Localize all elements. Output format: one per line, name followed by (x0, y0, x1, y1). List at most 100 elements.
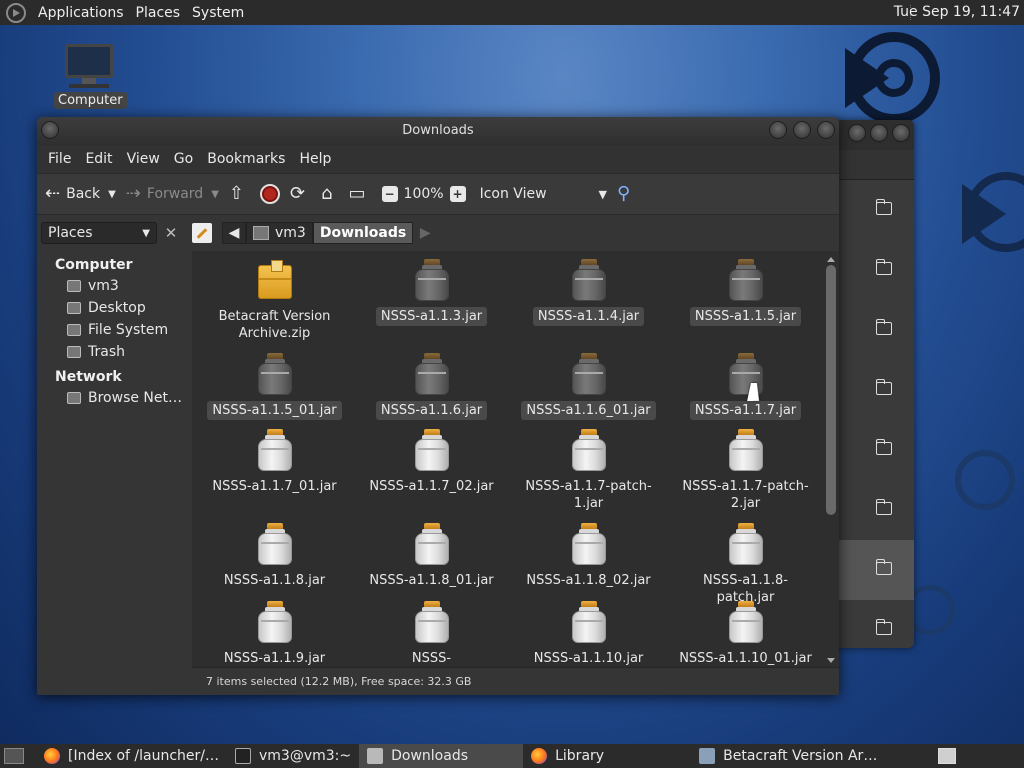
zoom-in-icon[interactable]: + (449, 186, 466, 202)
taskbar-item-label: Library (555, 748, 605, 764)
file-item[interactable]: NSSS-a1.1.10_01.jar (667, 601, 824, 667)
up-button[interactable]: ⇧ (229, 185, 250, 203)
close-button[interactable] (817, 121, 835, 139)
file-item[interactable]: NSSS-a1.1.7-patch-1.jar (510, 429, 667, 513)
forward-history-dropdown[interactable]: ▼ (211, 189, 219, 200)
menu-bookmarks[interactable]: Bookmarks (200, 151, 292, 167)
file-manager-window[interactable]: Downloads File Edit View Go Bookmarks He… (37, 117, 839, 695)
file-item[interactable]: NSSS-a1.1.5.jar (667, 259, 824, 326)
file-item[interactable]: NSSS-a1.1.4.jar (510, 259, 667, 326)
taskbar-item[interactable]: Downloads (359, 744, 524, 768)
taskbar-item[interactable]: vm3@vm3:~ (227, 744, 359, 768)
file-name-label: NSSS-a1.1.7_01.jar (212, 479, 337, 494)
file-item[interactable]: NSSS-a1.1.8_02.jar (510, 523, 667, 590)
minimize-button[interactable] (769, 121, 787, 139)
file-item[interactable]: NSSS-a1.1.8.jar (196, 523, 353, 590)
background-folder-row[interactable] (828, 240, 914, 300)
edit-location-icon[interactable] (192, 223, 212, 243)
menu-view[interactable]: View (120, 151, 167, 167)
system-logo-icon[interactable] (6, 2, 26, 23)
back-history-dropdown[interactable]: ▼ (108, 189, 116, 200)
background-folder-row[interactable] (828, 420, 914, 480)
close-button[interactable] (892, 124, 910, 142)
clock[interactable]: Tue Sep 19, 11:47 (894, 4, 1020, 20)
sidebar-item-file-system[interactable]: File System (37, 319, 187, 341)
window-menu-button[interactable] (41, 121, 59, 139)
file-item[interactable]: NSSS-a1.1.8-patch.jar (667, 523, 824, 607)
vertical-scrollbar[interactable] (825, 251, 837, 667)
file-item[interactable]: NSSS-a1.1.7.jar (667, 353, 824, 420)
sidebar-item-vm3[interactable]: vm3 (37, 275, 187, 297)
file-item[interactable]: NSSS-a1.1.6_01.jar (510, 353, 667, 420)
reload-button[interactable]: ⟳ (290, 185, 311, 203)
places-menu[interactable]: Places (130, 5, 187, 21)
scroll-up-arrow-icon[interactable] (827, 257, 835, 262)
stop-button[interactable] (260, 184, 280, 204)
computer-button[interactable]: ▭ (349, 185, 372, 203)
scroll-down-arrow-icon[interactable] (827, 658, 835, 663)
sidebar-item-trash[interactable]: Trash (37, 341, 187, 363)
home-button[interactable]: ⌂ (321, 185, 338, 203)
sidebar-group-computer: Computer (55, 257, 133, 273)
menu-help[interactable]: Help (292, 151, 338, 167)
back-button[interactable]: ⇠ Back ▼ (45, 185, 116, 203)
background-folder-row[interactable] (828, 600, 914, 648)
applications-menu[interactable]: Applications (32, 5, 130, 21)
close-sidebar-button[interactable]: ✕ (161, 222, 181, 244)
taskbar-item[interactable]: Betacraft Version Ar… (691, 744, 885, 768)
menu-edit[interactable]: Edit (78, 151, 119, 167)
background-window-titlebar[interactable] (828, 120, 914, 150)
file-item[interactable]: NSSS-a1.1.6.jar (353, 353, 510, 420)
forward-button[interactable]: ⇢ Forward ▼ (126, 185, 219, 203)
zoom-out-icon[interactable]: − (381, 186, 398, 202)
file-item[interactable]: NSSS-a1.1.7-patch-2.jar (667, 429, 824, 513)
window-controls (769, 121, 835, 139)
menu-go[interactable]: Go (167, 151, 200, 167)
file-item[interactable]: NSSS-a1.1.9.jar (196, 601, 353, 667)
jar-body (571, 439, 606, 471)
file-icon-view[interactable]: Betacraft Version Archive.zip NSSS-a1.1.3… (192, 251, 839, 667)
file-item[interactable]: NSSS-a1.1.7_02.jar (353, 429, 510, 496)
background-folder-row[interactable] (828, 480, 914, 540)
minimize-button[interactable] (848, 124, 866, 142)
window-content: Places ▼ ✕ Computer vm3 Desktop File Sys… (37, 215, 839, 695)
path-segment-label: Downloads (319, 225, 407, 241)
background-window[interactable] (828, 120, 914, 648)
background-folder-row[interactable] (828, 360, 914, 420)
sidebar-item-browse-network[interactable]: Browse Net… (37, 387, 187, 409)
sidebar-pane-select[interactable]: Places ▼ (41, 222, 157, 244)
path-scroll-left-button[interactable]: ◀ (222, 222, 246, 244)
desktop-icon-computer[interactable]: Computer (54, 44, 127, 109)
sidebar-item-desktop[interactable]: Desktop (37, 297, 187, 319)
maximize-button[interactable] (870, 124, 888, 142)
path-segment-vm3[interactable]: vm3 (246, 222, 313, 244)
file-item[interactable]: NSSS-a1.1.10.jar (510, 601, 667, 667)
show-desktop-button[interactable] (4, 748, 24, 764)
path-segment-downloads[interactable]: Downloads (312, 222, 414, 244)
window-titlebar[interactable]: Downloads (37, 117, 839, 145)
taskbar-item[interactable]: [Index of /launcher/… (36, 744, 227, 768)
file-item[interactable]: Betacraft Version Archive.zip (196, 259, 353, 343)
file-item[interactable]: NSSS-a1.1.3.jar (353, 259, 510, 326)
file-name-label: NSSS-a1.1.6_01.jar (521, 401, 656, 420)
view-mode-select[interactable]: Icon View ▼ (480, 186, 607, 202)
path-segment-label: vm3 (275, 225, 306, 241)
path-scroll-right-button[interactable]: ▶ (413, 222, 437, 244)
file-item[interactable]: NSSS-a1.1.5_01.jar (196, 353, 353, 420)
background-folder-row[interactable] (828, 180, 914, 240)
workspace-switcher[interactable] (938, 748, 956, 764)
scrollbar-track[interactable] (825, 265, 837, 653)
file-item[interactable]: NSSS-a1.1.9_online.jar (353, 601, 510, 667)
maximize-button[interactable] (793, 121, 811, 139)
background-folder-row[interactable] (828, 540, 914, 600)
system-menu[interactable]: System (186, 5, 250, 21)
scrollbar-thumb[interactable] (826, 265, 836, 515)
background-folder-row[interactable] (828, 300, 914, 360)
taskbar-item-label: Downloads (391, 748, 468, 764)
wallpaper-play-shape (962, 184, 1006, 244)
taskbar-item[interactable]: Library (523, 744, 691, 768)
file-item[interactable]: NSSS-a1.1.8_01.jar (353, 523, 510, 590)
menu-file[interactable]: File (41, 151, 78, 167)
search-button[interactable]: ⚲ (617, 185, 636, 203)
file-item[interactable]: NSSS-a1.1.7_01.jar (196, 429, 353, 496)
